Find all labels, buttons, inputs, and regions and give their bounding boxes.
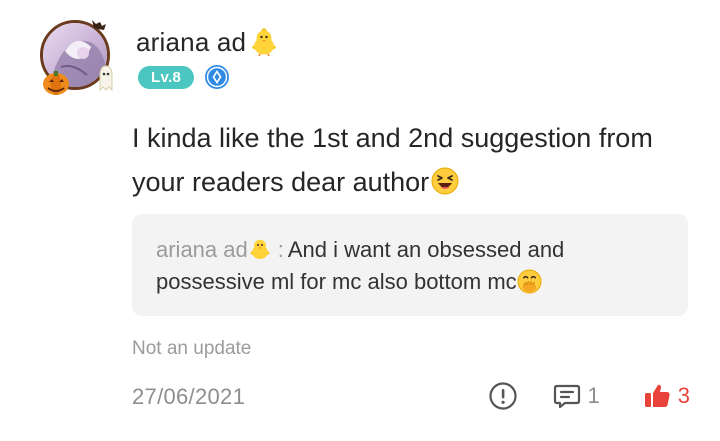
like-button[interactable]: 3 <box>642 381 690 411</box>
level-badge: Lv.8 <box>138 65 195 89</box>
comment-date: 27/06/2021 <box>132 384 246 409</box>
baby-chick-icon <box>250 239 270 259</box>
comment-text: I kinda like the 1st and 2nd suggestion … <box>132 123 653 197</box>
baby-chick-icon <box>252 28 276 57</box>
comment-bubble-icon <box>552 381 582 411</box>
exclamation-circle-icon <box>488 381 518 411</box>
face-with-hand-over-mouth-icon <box>517 269 542 294</box>
comment-card: ariana ad Lv.8 I kinda like the 1st and … <box>0 0 720 441</box>
like-count: 3 <box>677 383 690 408</box>
quote-separator: : <box>277 237 284 262</box>
quoted-comment[interactable]: ariana ad : And i want an obsessed and po… <box>132 214 688 316</box>
user-badges: Lv.8 <box>138 64 230 90</box>
username-row: ariana ad <box>136 22 279 62</box>
laughing-face-icon <box>431 167 459 195</box>
avatar-image <box>40 20 110 90</box>
reply-count: 1 <box>587 383 600 408</box>
report-button[interactable] <box>488 381 518 411</box>
comment-actions: 1 3 <box>488 378 690 414</box>
avatar[interactable] <box>34 14 120 100</box>
diamond-rank-icon[interactable] <box>204 64 230 90</box>
comment-tag: Not an update <box>132 338 252 359</box>
quote-author[interactable]: ariana ad <box>156 237 248 262</box>
reply-button[interactable]: 1 <box>552 381 600 411</box>
comment-body: I kinda like the 1st and 2nd suggestion … <box>132 116 692 204</box>
username[interactable]: ariana ad <box>136 27 246 58</box>
thumbs-up-icon <box>642 381 672 411</box>
